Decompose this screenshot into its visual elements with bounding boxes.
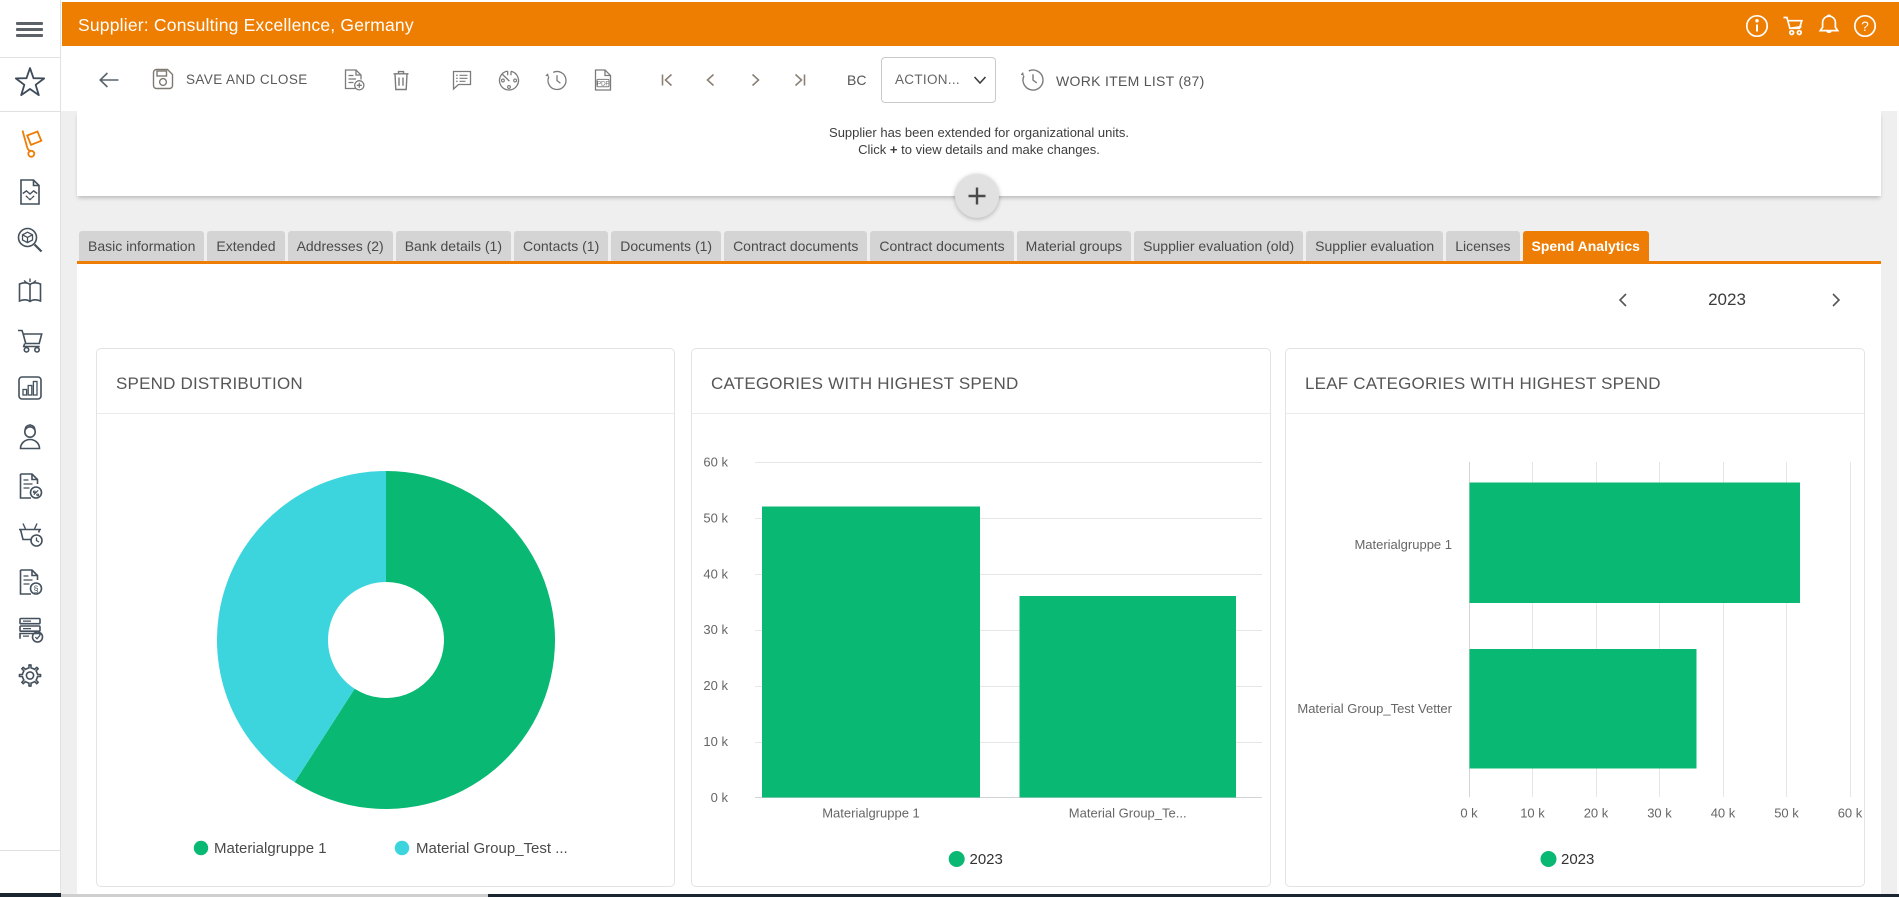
svg-text:60 k: 60 k (1838, 806, 1863, 821)
svg-text:30 k: 30 k (703, 622, 728, 637)
svg-text:2023: 2023 (970, 851, 1003, 868)
svg-text:0 k: 0 k (711, 790, 729, 805)
svg-text:§: § (33, 584, 38, 594)
svg-text:Materialgruppe 1: Materialgruppe 1 (214, 840, 327, 857)
svg-text:0 k: 0 k (1460, 806, 1478, 821)
svg-text:40 k: 40 k (1711, 806, 1736, 821)
svg-text:?: ? (1861, 19, 1869, 34)
svg-text:20 k: 20 k (703, 678, 728, 693)
svg-text:Material Group_Test Vetter: Material Group_Test Vetter (1297, 701, 1452, 716)
svg-text:20 k: 20 k (1584, 806, 1609, 821)
svg-text:Materialgruppe 1: Materialgruppe 1 (1354, 537, 1452, 552)
svg-text:10 k: 10 k (1520, 806, 1545, 821)
svg-text:10 k: 10 k (703, 734, 728, 749)
svg-text:50 k: 50 k (703, 510, 728, 525)
svg-text:2023: 2023 (1561, 851, 1594, 868)
svg-text:60 k: 60 k (703, 455, 728, 470)
svg-text:30 k: 30 k (1647, 806, 1672, 821)
svg-text:50 k: 50 k (1774, 806, 1799, 821)
svg-text:Material Group_Test ...: Material Group_Test ... (416, 840, 568, 857)
svg-text:Materialgruppe 1: Materialgruppe 1 (822, 806, 920, 821)
svg-text:40 k: 40 k (703, 566, 728, 581)
svg-text:Material Group_Te...: Material Group_Te... (1069, 806, 1187, 821)
